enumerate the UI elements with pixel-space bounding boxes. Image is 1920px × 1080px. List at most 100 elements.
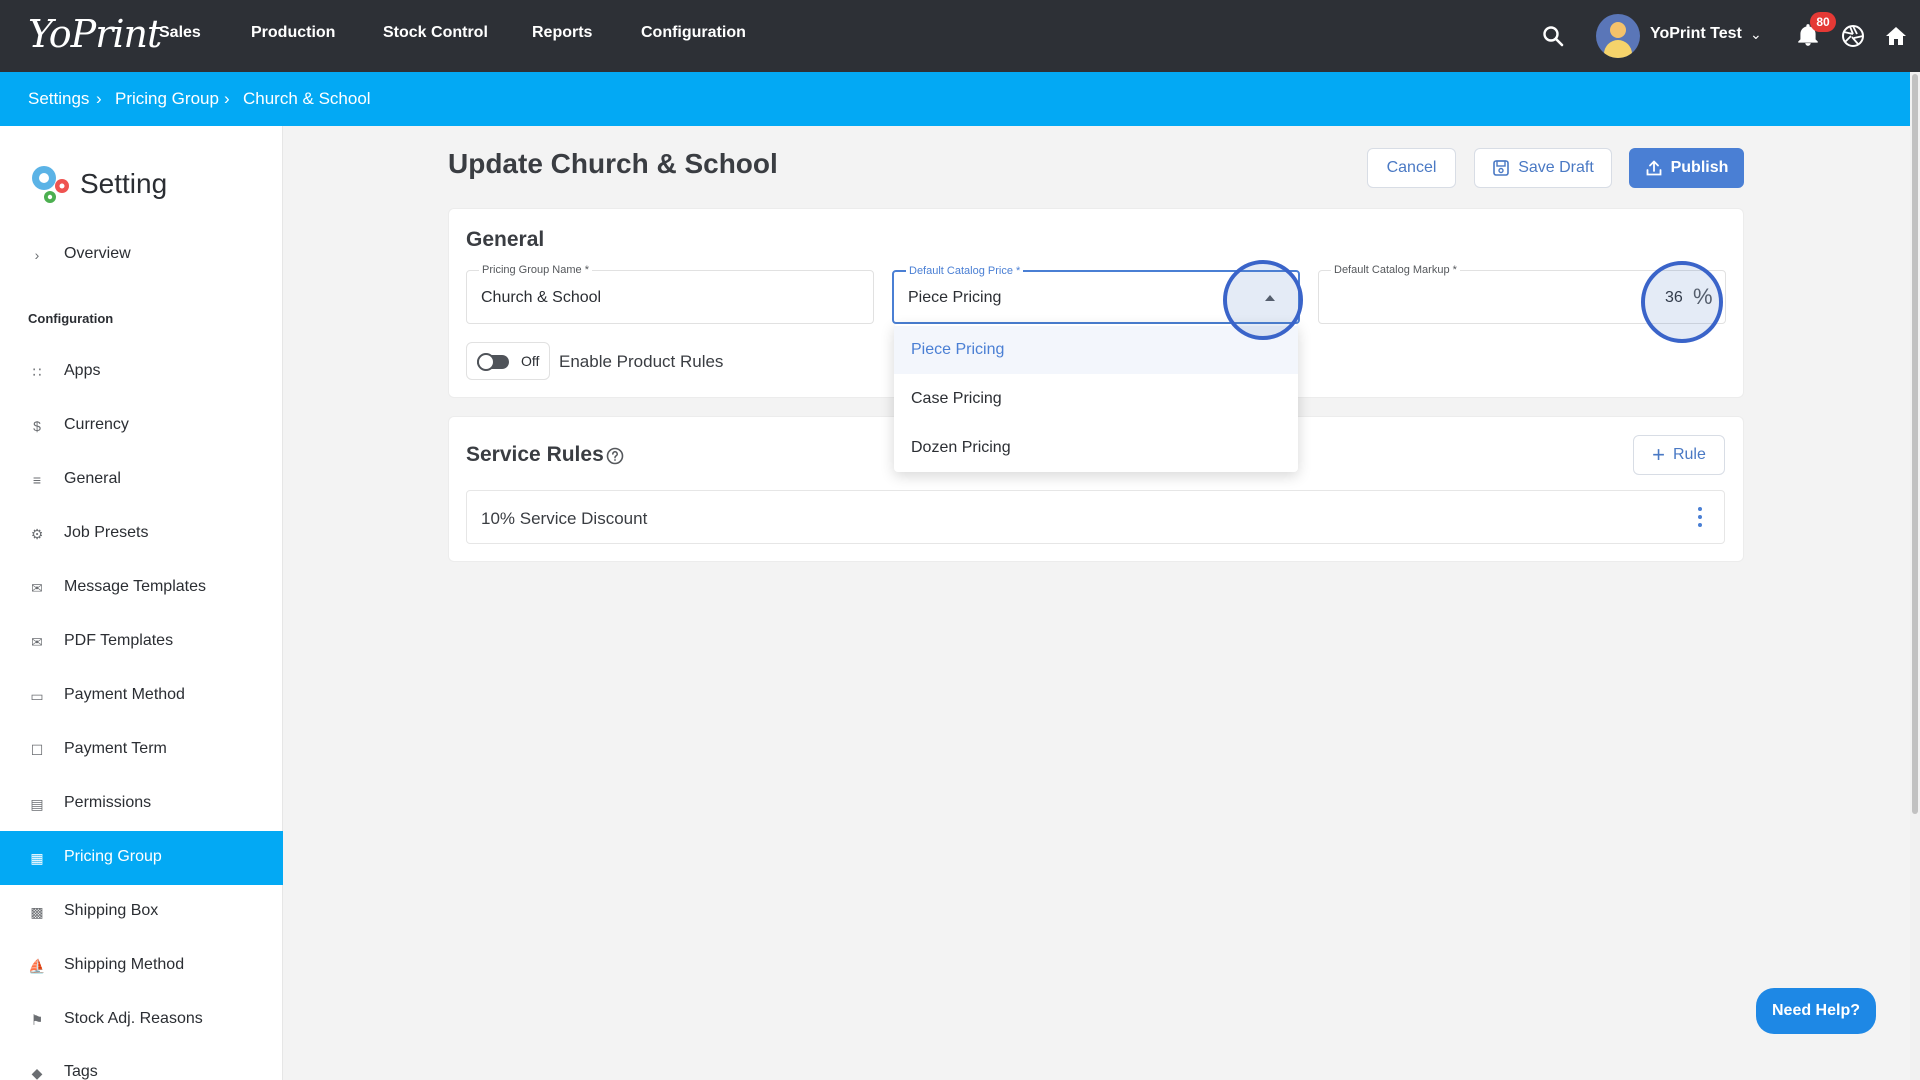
- publish-button[interactable]: Publish: [1629, 148, 1744, 188]
- gear-icon: ⚙: [30, 526, 44, 542]
- settings-gears-icon: [32, 166, 69, 203]
- user-name[interactable]: YoPrint Test: [1650, 25, 1742, 43]
- chevron-down-icon[interactable]: ⌄: [1750, 26, 1762, 43]
- sidebar-item-payment-term[interactable]: ☐ Payment Term: [0, 723, 283, 777]
- sidebar-item-overview[interactable]: › Overview: [0, 228, 283, 282]
- more-options-icon[interactable]: [1694, 505, 1706, 529]
- mail-icon: ✉: [31, 634, 43, 650]
- service-rules-title: Service Rules: [466, 443, 604, 466]
- page-scrollbar[interactable]: [1910, 72, 1920, 1080]
- flag-icon: ⚑: [30, 1012, 44, 1028]
- pricing-group-name-value: Church & School: [481, 289, 602, 306]
- toggle-state-label: Off: [521, 353, 540, 369]
- plus-icon: +: [1652, 442, 1665, 467]
- sidebar-item-label: Job Presets: [64, 524, 149, 541]
- sidebar-item-pdf-templates[interactable]: ✉ PDF Templates: [0, 615, 283, 669]
- clipboard-icon: ☐: [30, 742, 44, 758]
- cancel-button[interactable]: Cancel: [1367, 148, 1456, 188]
- sidebar-item-label: General: [64, 470, 121, 487]
- sidebar-item-permissions[interactable]: ▤ Permissions: [0, 777, 283, 831]
- sidebar-item-label: Payment Term: [64, 740, 167, 757]
- option-dozen-pricing[interactable]: Dozen Pricing: [894, 424, 1298, 472]
- dollar-icon: $: [33, 418, 41, 434]
- tag-icon: ◆: [31, 1065, 43, 1080]
- box-icon: ▩: [30, 904, 44, 920]
- sidebar-item-shipping-box[interactable]: ▩ Shipping Box: [0, 885, 283, 939]
- publish-button-label: Publish: [1670, 159, 1729, 176]
- sidebar-item-general[interactable]: ≡ General: [0, 453, 283, 507]
- sidebar-item-label: PDF Templates: [64, 632, 174, 649]
- sidebar-item-label: Payment Method: [64, 686, 185, 703]
- mail-icon: ✉: [31, 580, 43, 596]
- default-catalog-markup-label: Default Catalog Markup *: [1331, 264, 1460, 276]
- general-card-title: General: [466, 228, 545, 251]
- breadcrumb-chevron-icon: ›: [224, 89, 230, 108]
- breadcrumb-chevron-icon: ›: [96, 89, 102, 108]
- top-navigation-bar: YoPrint Sales Production Stock Control R…: [0, 0, 1920, 72]
- breadcrumb: Settings › Pricing Group › Church & Scho…: [0, 72, 1910, 126]
- sidebar-item-job-presets[interactable]: ⚙ Job Presets: [0, 507, 283, 561]
- user-avatar[interactable]: [1596, 14, 1640, 58]
- aperture-icon[interactable]: [1841, 24, 1865, 48]
- need-help-button[interactable]: Need Help?: [1756, 988, 1876, 1034]
- default-catalog-price-value: Piece Pricing: [908, 289, 1002, 306]
- sidebar-item-shipping-method[interactable]: ⛵ Shipping Method: [0, 939, 283, 993]
- sidebar-item-label: Apps: [64, 362, 101, 379]
- add-rule-button[interactable]: + Rule: [1633, 435, 1725, 475]
- card-icon: ▭: [30, 688, 44, 704]
- option-case-pricing[interactable]: Case Pricing: [894, 375, 1298, 423]
- ship-icon: ⛵: [28, 958, 46, 974]
- option-piece-pricing[interactable]: Piece Pricing: [894, 326, 1298, 374]
- sidebar-item-label: Permissions: [64, 794, 152, 811]
- sidebar-section-label: Configuration: [28, 311, 114, 326]
- page-title: Update Church & School: [448, 148, 778, 179]
- scrollbar-thumb[interactable]: [1912, 74, 1918, 814]
- sidebar-item-label: Currency: [64, 416, 129, 433]
- save-draft-button-label: Save Draft: [1518, 159, 1594, 176]
- sidebar-item-pricing-group[interactable]: ▦ Pricing Group: [0, 831, 283, 885]
- option-label: Piece Pricing: [911, 341, 1005, 358]
- pricing-group-name-field[interactable]: Pricing Group Name * Church & School: [466, 264, 874, 324]
- save-draft-button[interactable]: Save Draft: [1474, 148, 1612, 188]
- toggle-knob: [477, 353, 495, 371]
- sidebar-item-message-templates[interactable]: ✉ Message Templates: [0, 561, 283, 615]
- add-rule-label: Rule: [1672, 446, 1706, 463]
- sidebar-item-label: Shipping Box: [64, 902, 159, 919]
- service-rule-row[interactable]: 10% Service Discount: [466, 490, 1725, 544]
- help-circle-icon[interactable]: [606, 447, 624, 465]
- sidebar-item-label: Overview: [64, 245, 131, 262]
- sidebar-item-tags[interactable]: ◆ Tags: [0, 1046, 283, 1080]
- chevron-right-icon: ›: [34, 247, 40, 263]
- notification-count-badge: 80: [1810, 12, 1836, 32]
- pricing-group-name-label: Pricing Group Name *: [479, 264, 592, 276]
- sidebar-item-payment-method[interactable]: ▭ Payment Method: [0, 669, 283, 723]
- nav-stock-control[interactable]: Stock Control: [383, 24, 488, 42]
- click-highlight-ring: [1223, 260, 1303, 340]
- sidebar-item-label: Tags: [64, 1063, 98, 1080]
- catalog-price-dropdown-menu: Piece Pricing Case Pricing Dozen Pricing: [894, 324, 1298, 472]
- sidebar-item-label: Pricing Group: [64, 848, 162, 865]
- save-icon: [1493, 160, 1510, 176]
- calendar-icon: ▦: [30, 850, 44, 866]
- nav-reports[interactable]: Reports: [532, 24, 592, 42]
- search-icon[interactable]: [1541, 24, 1565, 48]
- grid-icon: ∷: [32, 364, 42, 380]
- breadcrumb-settings[interactable]: Settings: [28, 89, 89, 109]
- list-icon: ▤: [30, 796, 44, 812]
- sidebar-item-stock-adj-reasons[interactable]: ⚑ Stock Adj. Reasons: [0, 993, 283, 1047]
- sidebar-item-currency[interactable]: $ Currency: [0, 399, 283, 453]
- sidebar-item-apps[interactable]: ∷ Apps: [0, 345, 283, 399]
- option-label: Case Pricing: [911, 390, 1002, 407]
- nav-production[interactable]: Production: [251, 24, 335, 42]
- breadcrumb-pricing-group[interactable]: Pricing Group: [115, 89, 219, 109]
- sliders-icon: ≡: [32, 472, 42, 488]
- service-rule-name: 10% Service Discount: [481, 509, 648, 528]
- settings-sidebar: Setting › Overview Configuration ∷ Apps …: [0, 126, 283, 1080]
- nav-configuration[interactable]: Configuration: [641, 24, 746, 42]
- enable-product-rules-toggle[interactable]: Off: [466, 342, 550, 380]
- home-icon[interactable]: [1884, 24, 1908, 48]
- sidebar-item-label: Shipping Method: [64, 956, 185, 973]
- yoprint-logo[interactable]: YoPrint: [28, 12, 162, 56]
- nav-sales[interactable]: Sales: [159, 24, 201, 42]
- option-label: Dozen Pricing: [911, 439, 1011, 456]
